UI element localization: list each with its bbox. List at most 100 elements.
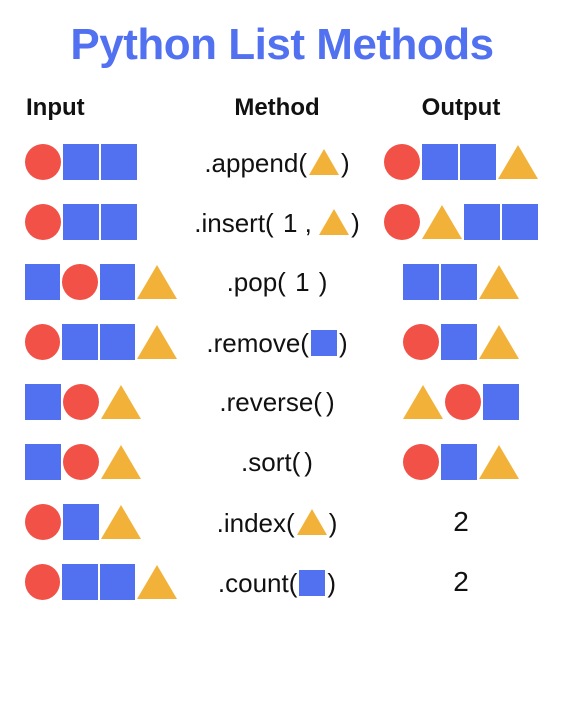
table-row: .reverse() xyxy=(18,372,546,432)
method-name: .insert xyxy=(194,208,265,238)
close-paren: ) xyxy=(339,328,348,358)
output-text: 2 xyxy=(453,566,469,598)
square-icon xyxy=(62,564,97,600)
method-cell: .append() xyxy=(178,146,376,179)
input-cell xyxy=(18,204,178,240)
square-icon xyxy=(62,324,97,360)
method-arg-text: 1 xyxy=(276,208,305,238)
square-icon xyxy=(100,264,135,300)
circle-icon xyxy=(63,384,99,420)
square-icon xyxy=(100,564,135,600)
method-name: .index xyxy=(217,508,286,538)
method-name: .remove xyxy=(206,328,300,358)
output-cell xyxy=(376,324,546,360)
triangle-icon xyxy=(101,505,141,539)
close-paren: ) xyxy=(326,387,335,417)
circle-icon xyxy=(25,204,61,240)
method-text: .sort() xyxy=(241,447,313,478)
input-cell xyxy=(18,564,178,600)
table-row: .pop( 1 ) xyxy=(18,252,546,312)
column-headers: Input Method Output xyxy=(18,94,546,122)
table-row: .append() xyxy=(18,132,546,192)
square-icon xyxy=(25,264,60,300)
rows-container: .append().insert( 1 , ).pop( 1 ).remove(… xyxy=(18,132,546,612)
method-cell: .pop( 1 ) xyxy=(178,267,376,298)
square-icon xyxy=(441,324,477,360)
input-cell xyxy=(18,144,178,180)
close-paren: ) xyxy=(327,568,336,598)
method-text: .count() xyxy=(218,566,336,599)
square-icon xyxy=(101,144,137,180)
circle-icon xyxy=(62,264,97,300)
open-paren: ( xyxy=(298,148,307,178)
method-text: .remove() xyxy=(206,326,347,359)
square-icon xyxy=(101,204,137,240)
output-text: 2 xyxy=(453,506,469,538)
square-icon xyxy=(483,384,519,420)
page-title: Python List Methods xyxy=(18,20,546,70)
output-cell xyxy=(376,444,546,480)
circle-icon xyxy=(445,384,481,420)
output-cell xyxy=(376,264,546,300)
square-icon xyxy=(441,264,477,300)
triangle-icon xyxy=(137,565,177,599)
square-icon xyxy=(299,570,325,596)
circle-icon xyxy=(403,444,439,480)
table-row: .remove() xyxy=(18,312,546,372)
table-row: .index() 2 xyxy=(18,492,546,552)
triangle-icon xyxy=(498,145,538,179)
square-icon xyxy=(311,330,337,356)
method-cell: .count() xyxy=(178,566,376,599)
method-cell: .reverse() xyxy=(178,387,376,418)
input-cell xyxy=(18,384,178,420)
square-icon xyxy=(403,264,439,300)
open-paren: ( xyxy=(300,328,309,358)
square-icon xyxy=(464,204,500,240)
circle-icon xyxy=(25,144,61,180)
triangle-icon xyxy=(297,509,327,535)
close-paren: ) xyxy=(329,508,338,538)
method-text: .insert( 1 , ) xyxy=(194,206,360,239)
circle-icon xyxy=(63,444,99,480)
triangle-icon xyxy=(479,445,519,479)
square-icon xyxy=(100,324,135,360)
close-paren: ) xyxy=(304,447,313,477)
triangle-icon xyxy=(403,385,443,419)
output-cell xyxy=(376,204,546,240)
triangle-icon xyxy=(137,325,177,359)
square-icon xyxy=(63,504,99,540)
square-icon xyxy=(502,204,538,240)
method-cell: .index() xyxy=(178,506,376,539)
circle-icon xyxy=(403,324,439,360)
circle-icon xyxy=(25,564,60,600)
triangle-icon xyxy=(479,325,519,359)
square-icon xyxy=(422,144,458,180)
square-icon xyxy=(441,444,477,480)
input-cell xyxy=(18,444,178,480)
open-paren: ( xyxy=(292,447,301,477)
triangle-icon xyxy=(479,265,519,299)
output-cell: 2 xyxy=(376,566,546,598)
close-paren: ) xyxy=(351,208,360,238)
method-arg-text: 1 xyxy=(288,267,317,297)
open-paren: ( xyxy=(277,267,286,297)
square-icon xyxy=(25,384,61,420)
header-output: Output xyxy=(376,94,546,122)
open-paren: ( xyxy=(286,508,295,538)
method-text: .append() xyxy=(204,146,349,179)
close-paren: ) xyxy=(341,148,350,178)
square-icon xyxy=(460,144,496,180)
output-cell xyxy=(376,144,546,180)
table-row: .insert( 1 , ) xyxy=(18,192,546,252)
method-cell: .insert( 1 , ) xyxy=(178,206,376,239)
triangle-icon xyxy=(422,205,462,239)
triangle-icon xyxy=(309,149,339,175)
triangle-icon xyxy=(101,445,141,479)
circle-icon xyxy=(384,144,420,180)
circle-icon xyxy=(384,204,420,240)
circle-icon xyxy=(25,504,61,540)
arg-separator: , xyxy=(305,208,319,238)
triangle-icon xyxy=(101,385,141,419)
input-cell xyxy=(18,324,178,360)
open-paren: ( xyxy=(313,387,322,417)
